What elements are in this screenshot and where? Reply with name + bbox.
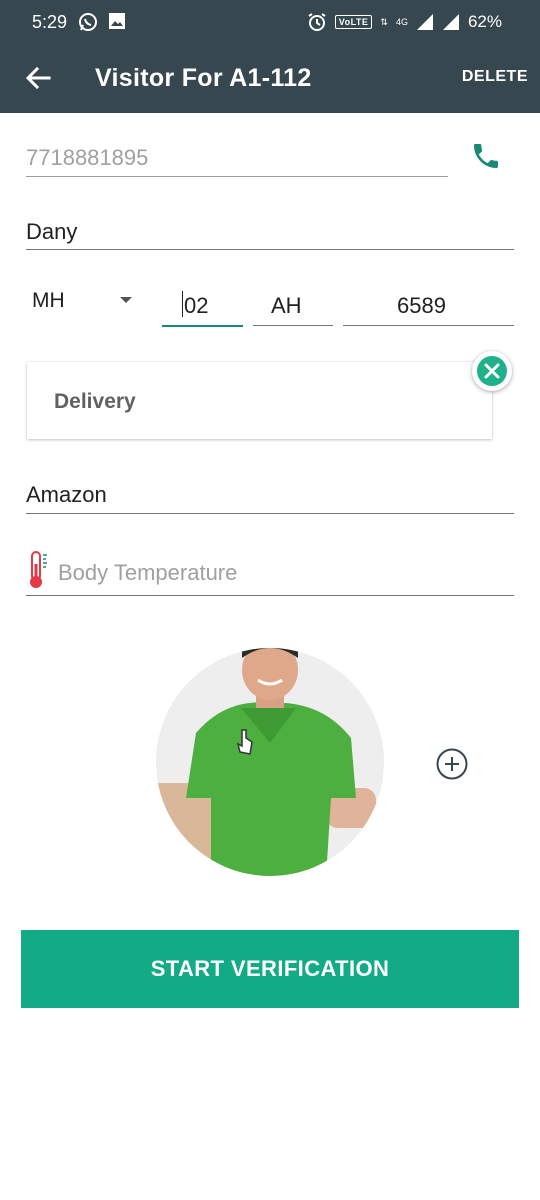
- volte-badge: VoLTE: [334, 15, 373, 29]
- state-dropdown[interactable]: MH: [26, 283, 141, 323]
- phone-underline: [26, 176, 448, 177]
- signal-icon-2: [442, 14, 459, 30]
- start-verification-button[interactable]: START VERIFICATION: [21, 930, 519, 1008]
- district-value[interactable]: 02: [184, 293, 208, 319]
- add-photo-icon[interactable]: [436, 748, 468, 780]
- remove-purpose-button[interactable]: [472, 351, 512, 391]
- battery-percent: 62%: [467, 12, 502, 31]
- status-time: 5:29: [32, 12, 68, 32]
- status-bar: 5:29 VoLTE ⇅ 4G 62%: [0, 0, 540, 44]
- chevron-down-icon: [120, 297, 132, 303]
- close-icon: [484, 363, 500, 379]
- name-underline: [26, 249, 514, 250]
- gallery-icon: [109, 13, 125, 29]
- temperature-placeholder[interactable]: Body Temperature: [58, 560, 237, 586]
- phone-call-icon[interactable]: [470, 140, 502, 172]
- signal-icon: [416, 14, 433, 30]
- alarm-icon: [308, 13, 326, 31]
- visitor-photo[interactable]: [156, 648, 384, 876]
- page-title: Visitor For A1-112: [95, 64, 312, 92]
- name-value[interactable]: Dany: [26, 219, 77, 245]
- text-cursor: [182, 291, 183, 317]
- thermometer-icon: [30, 551, 47, 588]
- number-value[interactable]: 6589: [397, 293, 446, 319]
- data-arrows-icon: ⇅: [380, 16, 388, 27]
- company-underline: [26, 513, 514, 514]
- purpose-label: Delivery: [54, 390, 136, 413]
- district-underline: [162, 325, 243, 327]
- temperature-underline: [26, 595, 514, 596]
- purpose-card[interactable]: Delivery: [27, 362, 492, 439]
- network-type: 4G: [395, 17, 408, 27]
- delete-button[interactable]: DELETE: [462, 68, 528, 86]
- phone-value[interactable]: 7718881895: [26, 145, 148, 171]
- app-bar: Visitor For A1-112 DELETE: [0, 44, 540, 113]
- series-underline: [253, 325, 333, 326]
- state-value: MH: [32, 289, 65, 312]
- back-arrow-icon[interactable]: [22, 62, 54, 94]
- series-value[interactable]: AH: [271, 293, 302, 319]
- number-underline: [343, 325, 514, 326]
- company-value[interactable]: Amazon: [26, 482, 107, 508]
- whatsapp-icon: [79, 13, 97, 31]
